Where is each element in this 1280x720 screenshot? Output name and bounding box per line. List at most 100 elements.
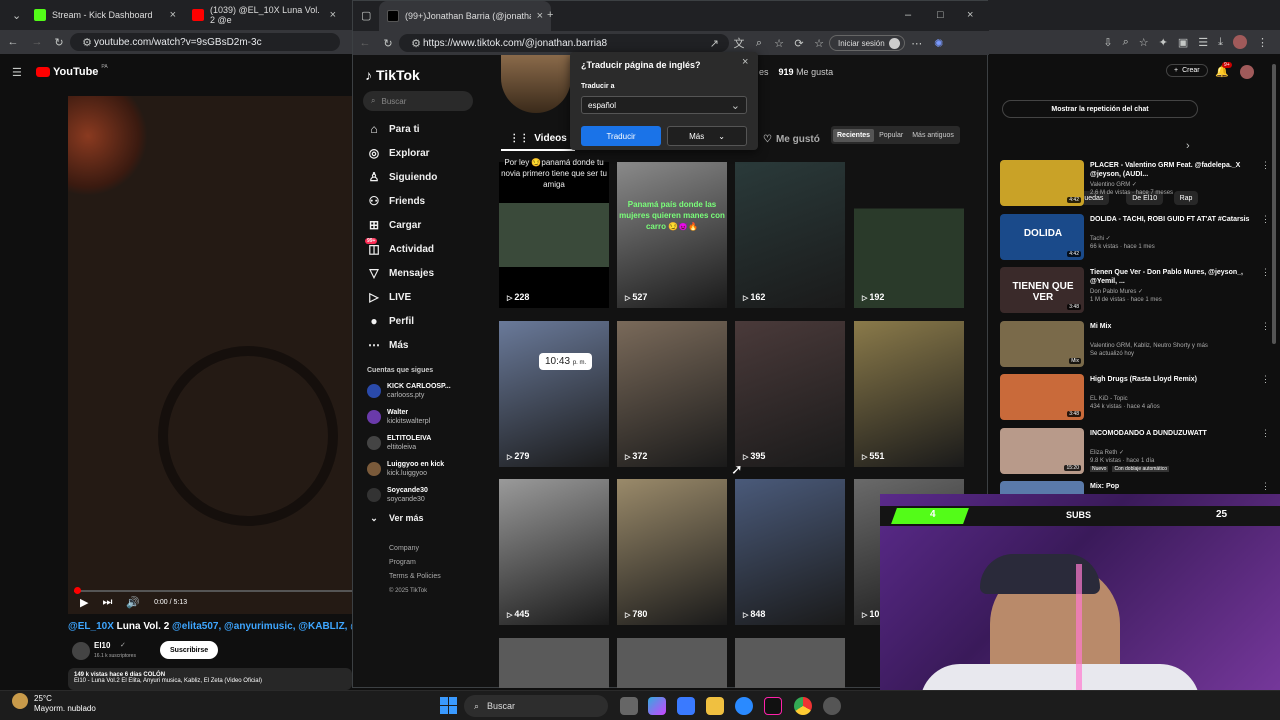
video-thumbnail[interactable]: TIENEN QUE VER 3:48 bbox=[1000, 267, 1084, 313]
zoom-icon[interactable]: ⌕ bbox=[1123, 36, 1129, 49]
explorer-icon[interactable] bbox=[706, 697, 724, 715]
menu-icon[interactable]: ⋮ bbox=[1257, 36, 1268, 49]
nav-actividad[interactable]: ◫ 99+ Actividad bbox=[353, 237, 481, 261]
tab-kick[interactable]: Stream - Kick Dashboard × bbox=[26, 0, 184, 30]
bookmark-icon[interactable]: ☆ bbox=[1139, 36, 1149, 49]
site-info-icon[interactable]: ⚙ bbox=[409, 37, 423, 50]
following-account[interactable]: ELTITOLEIVA eltitoleiva bbox=[353, 430, 481, 456]
footer-terms[interactable]: Terms & Policies bbox=[389, 570, 481, 584]
downloads-icon[interactable]: ⤓ bbox=[1218, 36, 1223, 49]
more-icon[interactable]: ⋮ bbox=[1261, 481, 1270, 492]
task-view-icon[interactable] bbox=[620, 697, 638, 715]
video-card[interactable]: ▷ 162 bbox=[735, 162, 845, 308]
tab-liked[interactable]: ♡ Me gustó bbox=[763, 127, 820, 151]
video-thumbnail[interactable]: 15:20 bbox=[1000, 427, 1084, 474]
more-icon[interactable]: ⋯ bbox=[905, 37, 929, 50]
nav-más[interactable]: ⋯ Más bbox=[353, 333, 481, 357]
translate-button[interactable]: Traducir bbox=[581, 126, 661, 146]
video-card[interactable]: ▷ 848 bbox=[735, 479, 845, 625]
more-icon[interactable]: ⋮ bbox=[1261, 321, 1270, 332]
obs-icon[interactable] bbox=[823, 697, 841, 715]
close-icon[interactable]: × bbox=[330, 9, 336, 21]
search-input[interactable]: ⌕ Buscar bbox=[363, 91, 473, 111]
nav-siguiendo[interactable]: ♙ Siguiendo bbox=[353, 165, 481, 189]
video-card[interactable]: ▷ 395 bbox=[735, 321, 845, 467]
chevron-right-icon[interactable]: › bbox=[1186, 140, 1190, 152]
youtube-logo[interactable]: YouTube PA bbox=[36, 64, 108, 78]
address-bar[interactable]: ⚙ https://www.tiktok.com/@jonathan.barri… bbox=[399, 34, 729, 52]
address-bar[interactable]: ⚙ youtube.com/watch?v=9sGBsD2m-3c bbox=[70, 33, 340, 51]
weather-icon[interactable] bbox=[12, 693, 28, 709]
see-more-link[interactable]: ⌄ Ver más bbox=[353, 508, 481, 528]
progress-bar[interactable] bbox=[74, 590, 358, 592]
footer-company[interactable]: Company bbox=[389, 542, 481, 556]
close-icon[interactable]: × bbox=[537, 10, 543, 22]
sidebar-icon[interactable]: ☰ bbox=[1198, 36, 1208, 49]
windows-start-icon[interactable] bbox=[440, 697, 457, 714]
tab-videos[interactable]: ⋮⋮ Videos bbox=[501, 127, 575, 151]
video-card[interactable]: ▷ 372 bbox=[617, 321, 727, 467]
nav-friends[interactable]: ⚇ Friends bbox=[353, 189, 481, 213]
site-info-icon[interactable]: ⚙ bbox=[80, 36, 94, 49]
video-card[interactable]: ▷ 780 bbox=[617, 479, 727, 625]
play-icon[interactable]: ▶ bbox=[80, 596, 88, 609]
hamburger-icon[interactable]: ☰ bbox=[12, 66, 22, 79]
following-account[interactable]: KICK CARLOOSP... carlooss.pty bbox=[353, 378, 481, 404]
footer-program[interactable]: Program bbox=[389, 556, 481, 570]
minimize-icon[interactable]: – bbox=[905, 9, 911, 21]
next-icon[interactable]: ⏭ bbox=[102, 596, 112, 609]
more-icon[interactable]: ⋮ bbox=[1261, 428, 1270, 439]
video-thumbnail[interactable]: Mix bbox=[1000, 320, 1084, 367]
volume-icon[interactable]: 🔊 bbox=[126, 596, 140, 609]
following-account[interactable]: Soycande30 soycande30 bbox=[353, 482, 481, 508]
more-icon[interactable]: ⋮ bbox=[1261, 267, 1270, 278]
nav-mensajes[interactable]: ▽ Mensajes bbox=[353, 261, 481, 285]
description-box[interactable]: 149 k vistas hace 6 días COLÓN El10 - Lu… bbox=[68, 668, 352, 690]
following-account[interactable]: Luiggyoo en kick kick.luiggyoo bbox=[353, 456, 481, 482]
related-video[interactable]: TIENEN QUE VER 3:48 Tienen Que Ver - Don P… bbox=[1000, 267, 1270, 315]
extension-icon[interactable]: ✦ bbox=[1159, 36, 1168, 49]
video-card[interactable]: ▷ 192 bbox=[854, 162, 964, 308]
video-card[interactable]: ▷ 527 bbox=[617, 162, 727, 308]
refresh-ext-icon[interactable]: ⟳ bbox=[789, 37, 809, 50]
forward-icon[interactable]: → bbox=[26, 36, 48, 48]
video-card[interactable]: ▷ 445 bbox=[499, 479, 609, 625]
chat-replay-button[interactable]: Mostrar la repetición del chat bbox=[1002, 100, 1198, 118]
video-player[interactable]: ▶ ⏭ 🔊 0:00 / 5:13 bbox=[68, 96, 358, 614]
nav-para-ti[interactable]: ⌂ Para ti bbox=[353, 117, 481, 141]
close-icon[interactable]: × bbox=[170, 9, 176, 21]
channel-avatar[interactable] bbox=[72, 642, 90, 660]
nav-cargar[interactable]: ⊞ Cargar bbox=[353, 213, 481, 237]
weather-widget[interactable]: 25°C Mayorm. nublado bbox=[34, 694, 96, 714]
video-card[interactable]: ▷ 279 bbox=[499, 321, 609, 467]
reload-icon[interactable]: ↻ bbox=[48, 36, 70, 49]
back-icon[interactable]: ← bbox=[0, 36, 26, 48]
tab-tiktok[interactable]: (99+)Jonathan Barria (@jonathan × bbox=[379, 1, 551, 31]
open-external-icon[interactable]: ↗ bbox=[710, 37, 719, 50]
nav-explorar[interactable]: ◎ Explorar bbox=[353, 141, 481, 165]
related-video[interactable]: 4:42 PLACER - Valentino GRM Feat. @fadele… bbox=[1000, 160, 1270, 208]
close-window-icon[interactable]: × bbox=[967, 9, 973, 21]
video-card[interactable] bbox=[735, 638, 845, 688]
favorites-icon[interactable]: ☆ bbox=[809, 37, 829, 50]
tab-youtube[interactable]: (1039) @EL_10X Luna Vol. 2 @e × bbox=[184, 0, 344, 30]
profile-avatar[interactable] bbox=[501, 55, 571, 113]
back-icon[interactable]: ← bbox=[353, 37, 377, 49]
following-account[interactable]: Walter kickitswalterpl bbox=[353, 404, 481, 430]
edge-icon[interactable] bbox=[735, 697, 753, 715]
new-tab-icon[interactable]: + bbox=[547, 9, 553, 21]
subscribe-button[interactable]: Suscribirse bbox=[160, 641, 219, 659]
copilot-icon[interactable]: ✺ bbox=[929, 37, 949, 50]
language-select[interactable]: español ⌄ bbox=[581, 96, 747, 114]
related-video[interactable]: 15:20 INCOMODANDO A DUNDUZUWATT Eliza Reth… bbox=[1000, 427, 1270, 476]
more-options-button[interactable]: Más ⌄ bbox=[667, 126, 747, 146]
related-video[interactable]: Mix Mi Mix Valentino GRM, Kabliz, Neutro S… bbox=[1000, 320, 1270, 369]
chrome-icon[interactable] bbox=[794, 697, 812, 715]
sort-oldest[interactable]: Más antiguos bbox=[908, 129, 958, 142]
bookmark-icon[interactable]: ☆ bbox=[769, 37, 789, 50]
channel-name[interactable]: El10 bbox=[94, 641, 110, 650]
progress-scrubber[interactable] bbox=[74, 587, 81, 594]
video-card[interactable]: ▷ 551 bbox=[854, 321, 964, 467]
video-card[interactable] bbox=[617, 638, 727, 688]
related-video[interactable]: 3:48 High Drugs (Rasta Lloyd Remix) EL KiD… bbox=[1000, 374, 1270, 422]
